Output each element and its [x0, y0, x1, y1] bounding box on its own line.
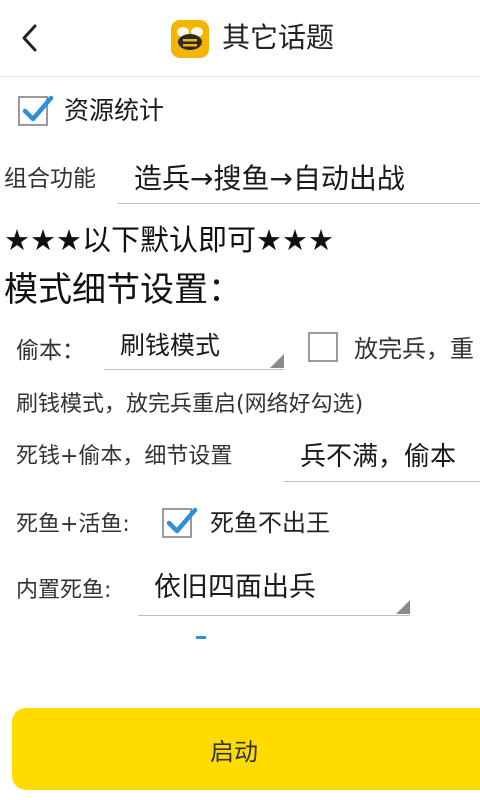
hint-text: 刷钱模式，放完兵重启(网络好勾选) — [16, 392, 364, 417]
notice-text: ★★★以下默认即可★★★ — [4, 223, 334, 257]
checkmark-icon — [166, 507, 198, 534]
dropdown-triangle-icon — [396, 600, 410, 614]
top-bar: 其它话题 — [0, 0, 480, 77]
steal-mode-value: 刷钱模式 — [120, 331, 221, 360]
scroll-indicator — [196, 636, 206, 639]
reset-after-deploy-label: 放完兵，重 — [354, 335, 474, 363]
dead-steal-value: 兵不满，偷本 — [300, 442, 457, 472]
checkmark-icon — [22, 95, 54, 122]
no-king-label: 死鱼不出王 — [210, 509, 330, 537]
builtin-dead-value: 依旧四面出兵 — [154, 572, 316, 603]
combo-label: 组合功能 — [4, 166, 96, 192]
no-king-checkbox[interactable] — [162, 507, 198, 538]
chevron-left-icon — [22, 24, 37, 52]
dead-steal-dropdown[interactable]: 兵不满，偷本 — [284, 436, 480, 482]
dead-live-label: 死鱼+活鱼: — [16, 512, 130, 537]
page-title: 其它话题 — [222, 21, 335, 54]
steal-label: 偷本： — [16, 338, 85, 364]
resource-stats-checkbox[interactable] — [18, 95, 54, 126]
builtin-dead-dropdown[interactable]: 依旧四面出兵 — [138, 566, 410, 616]
builtin-dead-label: 内置死鱼: — [16, 578, 112, 603]
dead-steal-label: 死钱+偷本，细节设置 — [16, 444, 233, 469]
dropdown-triangle-icon — [270, 354, 284, 368]
section-title: 模式细节设置： — [4, 270, 242, 310]
resource-stats-label: 资源统计 — [64, 96, 165, 125]
steal-mode-dropdown[interactable]: 刷钱模式 — [104, 326, 284, 370]
start-button-label: 启动 — [210, 737, 258, 766]
reset-after-deploy-checkbox[interactable] — [308, 332, 338, 362]
back-button[interactable] — [10, 18, 50, 58]
combo-dropdown[interactable]: 造兵→搜鱼→自动出战 — [118, 158, 480, 204]
start-button[interactable]: 启动 — [12, 708, 480, 790]
bee-logo-icon — [171, 20, 209, 58]
combo-value: 造兵→搜鱼→自动出战 — [134, 162, 405, 195]
